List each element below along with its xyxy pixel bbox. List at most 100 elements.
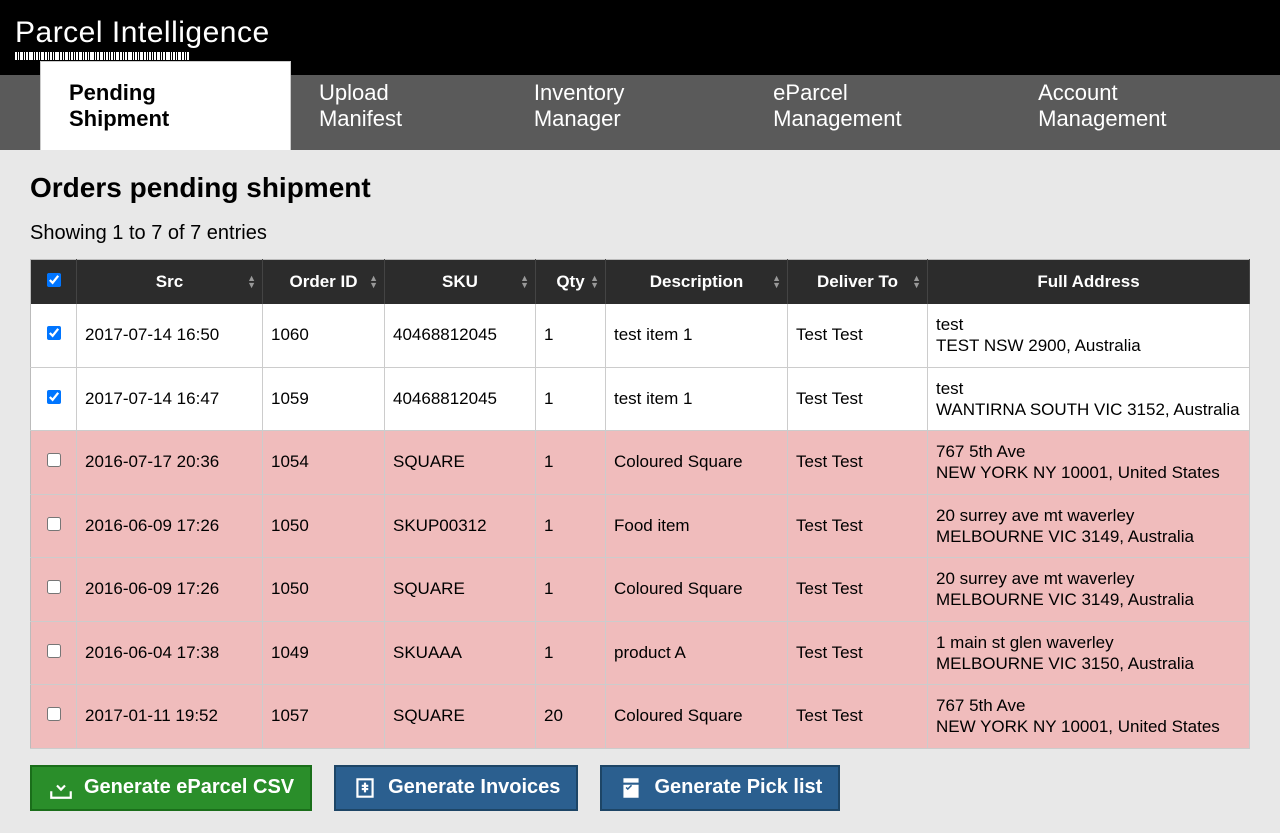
- cell-deliver-to: Test Test: [788, 431, 928, 495]
- cell-src: 2016-07-17 20:36: [77, 431, 263, 495]
- cell-src: 2017-07-14 16:50: [77, 304, 263, 367]
- generate-eparcel-csv-label: Generate eParcel CSV: [84, 776, 294, 799]
- barcode-icon: [15, 52, 270, 60]
- cell-deliver-to: Test Test: [788, 558, 928, 622]
- cell-order-id: 1057: [263, 685, 385, 749]
- row-checkbox[interactable]: [47, 390, 61, 404]
- cell-qty: 1: [536, 304, 606, 367]
- select-all-checkbox[interactable]: [47, 273, 61, 287]
- cell-description: Coloured Square: [606, 431, 788, 495]
- generate-picklist-button[interactable]: Generate Pick list: [600, 765, 840, 811]
- cell-sku: SKUAAA: [385, 621, 536, 685]
- cell-order-id: 1049: [263, 621, 385, 685]
- cell-deliver-to: Test Test: [788, 494, 928, 558]
- cell-full-address: 767 5th AveNEW YORK NY 10001, United Sta…: [928, 431, 1250, 495]
- cell-description: product A: [606, 621, 788, 685]
- header-order-id-label: Order ID: [289, 272, 357, 291]
- table-row: 2016-06-09 17:261050SKUP003121Food itemT…: [31, 494, 1250, 558]
- cell-order-id: 1050: [263, 558, 385, 622]
- cell-sku: SQUARE: [385, 431, 536, 495]
- invoice-icon: [352, 775, 378, 801]
- cell-qty: 1: [536, 367, 606, 431]
- header-description[interactable]: Description ▲▼: [606, 260, 788, 305]
- cell-order-id: 1059: [263, 367, 385, 431]
- main-nav: Pending ShipmentUpload ManifestInventory…: [0, 75, 1280, 150]
- cell-full-address: testTEST NSW 2900, Australia: [928, 304, 1250, 367]
- action-buttons: Generate eParcel CSV Generate Invoices G…: [30, 765, 1250, 811]
- row-checkbox[interactable]: [47, 326, 61, 340]
- header-deliver-to-label: Deliver To: [817, 272, 898, 291]
- row-checkbox[interactable]: [47, 707, 61, 721]
- header-sku-label: SKU: [442, 272, 478, 291]
- cell-deliver-to: Test Test: [788, 367, 928, 431]
- row-checkbox[interactable]: [47, 644, 61, 658]
- cell-sku: 40468812045: [385, 304, 536, 367]
- nav-tab-eparcel-management[interactable]: eParcel Management: [745, 62, 1010, 150]
- cell-description: Coloured Square: [606, 685, 788, 749]
- cell-qty: 1: [536, 494, 606, 558]
- cell-sku: 40468812045: [385, 367, 536, 431]
- cell-description: test item 1: [606, 367, 788, 431]
- row-checkbox[interactable]: [47, 517, 61, 531]
- table-row: 2017-01-11 19:521057SQUARE20Coloured Squ…: [31, 685, 1250, 749]
- cell-full-address: 767 5th AveNEW YORK NY 10001, United Sta…: [928, 685, 1250, 749]
- header-sku[interactable]: SKU ▲▼: [385, 260, 536, 305]
- header-description-label: Description: [650, 272, 744, 291]
- cell-src: 2017-07-14 16:47: [77, 367, 263, 431]
- header-select-all[interactable]: [31, 260, 77, 305]
- cell-sku: SKUP00312: [385, 494, 536, 558]
- cell-full-address: testWANTIRNA SOUTH VIC 3152, Australia: [928, 367, 1250, 431]
- sort-icon: ▲▼: [772, 275, 781, 289]
- nav-tab-upload-manifest[interactable]: Upload Manifest: [291, 62, 506, 150]
- picklist-icon: [618, 775, 644, 801]
- page-title: Orders pending shipment: [30, 172, 1250, 204]
- nav-tab-account-management[interactable]: Account Management: [1010, 62, 1280, 150]
- cell-description: Coloured Square: [606, 558, 788, 622]
- header-src-label: Src: [156, 272, 183, 291]
- table-row: 2017-07-14 16:501060404688120451test ite…: [31, 304, 1250, 367]
- header-order-id[interactable]: Order ID▲▼: [263, 260, 385, 305]
- row-checkbox[interactable]: [47, 453, 61, 467]
- download-icon: [48, 775, 74, 801]
- header-full-address[interactable]: Full Address: [928, 260, 1250, 305]
- nav-tab-pending-shipment[interactable]: Pending Shipment: [40, 61, 291, 150]
- cell-qty: 1: [536, 621, 606, 685]
- sort-icon: ▲▼: [520, 275, 529, 289]
- cell-order-id: 1054: [263, 431, 385, 495]
- cell-deliver-to: Test Test: [788, 621, 928, 685]
- row-checkbox[interactable]: [47, 580, 61, 594]
- cell-qty: 20: [536, 685, 606, 749]
- generate-picklist-label: Generate Pick list: [654, 776, 822, 799]
- cell-full-address: 20 surrey ave mt waverleyMELBOURNE VIC 3…: [928, 494, 1250, 558]
- orders-table: Src▲▼ Order ID▲▼ SKU▲▼ Qty▲▼ Description…: [30, 259, 1250, 749]
- header-src[interactable]: Src ▲▼: [77, 260, 263, 305]
- generate-invoices-label: Generate Invoices: [388, 776, 560, 799]
- table-row: 2017-07-14 16:471059404688120451test ite…: [31, 367, 1250, 431]
- cell-src: 2016-06-09 17:26: [77, 494, 263, 558]
- table-row: 2016-06-09 17:261050SQUARE1Coloured Squa…: [31, 558, 1250, 622]
- cell-description: test item 1: [606, 304, 788, 367]
- nav-tab-inventory-manager[interactable]: Inventory Manager: [506, 62, 745, 150]
- cell-qty: 1: [536, 431, 606, 495]
- generate-invoices-button[interactable]: Generate Invoices: [334, 765, 578, 811]
- orders-tbody: 2017-07-14 16:501060404688120451test ite…: [31, 304, 1250, 748]
- table-row: 2016-06-04 17:381049SKUAAA1product ATest…: [31, 621, 1250, 685]
- cell-src: 2016-06-09 17:26: [77, 558, 263, 622]
- app-name: Parcel Intelligence: [15, 16, 270, 50]
- sort-icon: ▲▼: [590, 275, 599, 289]
- cell-full-address: 1 main st glen waverleyMELBOURNE VIC 315…: [928, 621, 1250, 685]
- cell-src: 2017-01-11 19:52: [77, 685, 263, 749]
- cell-qty: 1: [536, 558, 606, 622]
- cell-sku: SQUARE: [385, 685, 536, 749]
- cell-description: Food item: [606, 494, 788, 558]
- sort-icon: ▲▼: [912, 275, 921, 289]
- cell-deliver-to: Test Test: [788, 304, 928, 367]
- sort-icon: ▲▼: [247, 275, 256, 289]
- cell-src: 2016-06-04 17:38: [77, 621, 263, 685]
- header-qty[interactable]: Qty▲▼: [536, 260, 606, 305]
- header-deliver-to[interactable]: Deliver To ▲▼: [788, 260, 928, 305]
- cell-sku: SQUARE: [385, 558, 536, 622]
- main-content: Orders pending shipment Showing 1 to 7 o…: [0, 150, 1280, 833]
- generate-eparcel-csv-button[interactable]: Generate eParcel CSV: [30, 765, 312, 811]
- cell-full-address: 20 surrey ave mt waverleyMELBOURNE VIC 3…: [928, 558, 1250, 622]
